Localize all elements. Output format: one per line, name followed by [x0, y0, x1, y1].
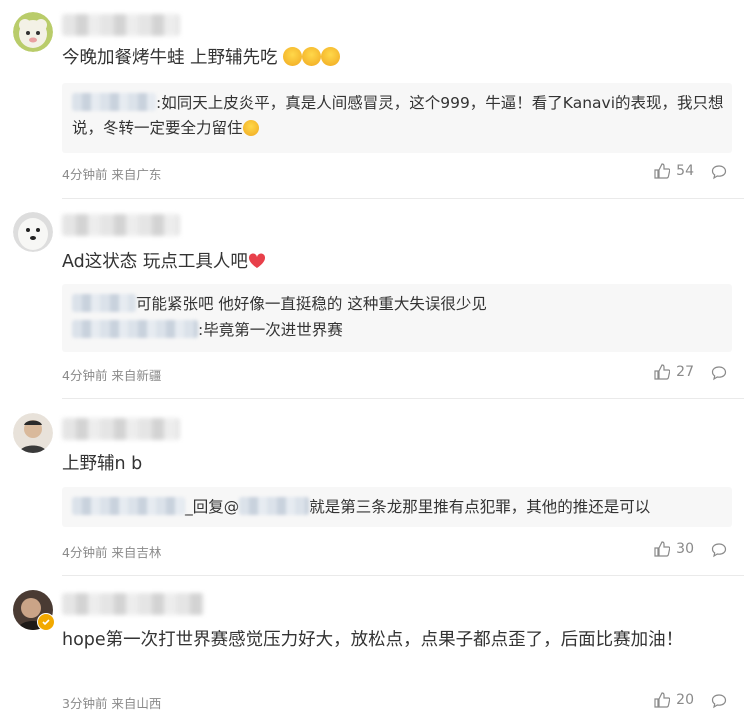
thumbs-up-icon [654, 163, 671, 179]
like-count: 30 [676, 541, 694, 557]
reply-bubble-icon[interactable] [711, 542, 727, 558]
reply-text: :如同天上皮炎平，真是人间感冒灵，这个999，牛逼！看了Kanavi的表现，我只… [72, 94, 724, 137]
reply-box[interactable]: _回复@ 就是第三条龙那里推有点犯罪，其他的推还是可以 [62, 487, 732, 527]
reply-username[interactable] [72, 320, 198, 338]
like-count: 27 [676, 364, 694, 380]
like-button[interactable]: 54 [654, 163, 694, 179]
reply-text: 可能紧张吧 他好像一直挺稳的 这种重大失误很少见 [136, 295, 487, 313]
thumbs-up-icon [654, 692, 671, 708]
red-heart-icon [248, 253, 265, 268]
laughing-emoji-icon [283, 47, 341, 68]
reply-username[interactable] [72, 93, 156, 111]
comment-text: 今晚加餐烤牛蛙 上野辅先吃 [62, 44, 341, 72]
reply-prefix: _回复@ [185, 498, 240, 516]
like-button[interactable]: 27 [654, 364, 694, 380]
reply-box[interactable]: :如同天上皮炎平，真是人间感冒灵，这个999，牛逼！看了Kanavi的表现，我只… [62, 83, 732, 153]
avatar[interactable] [13, 413, 53, 453]
reply-username[interactable] [72, 497, 185, 515]
like-button[interactable]: 30 [654, 541, 694, 557]
like-button[interactable]: 20 [654, 692, 694, 708]
thumbs-up-icon [654, 541, 671, 557]
sheep-avatar-icon [13, 12, 53, 52]
reply-bubble-icon[interactable] [711, 693, 727, 709]
person-avatar-icon [13, 413, 53, 453]
reply-username[interactable] [72, 294, 136, 312]
reply-bubble-icon[interactable] [711, 164, 727, 180]
comment-text: hope第一次打世界赛感觉压力好大，放松点，点果子都点歪了，后面比赛加油！ [62, 630, 684, 650]
username[interactable] [62, 593, 204, 615]
crying-emoji-icon [242, 120, 259, 136]
username[interactable] [62, 214, 180, 236]
thumbs-up-icon [654, 364, 671, 380]
comment-meta: 3分钟前 来自山西 [62, 696, 162, 711]
mention-username[interactable] [239, 497, 310, 515]
divider [62, 398, 744, 399]
like-count: 54 [676, 163, 694, 179]
reply-text: 就是第三条龙那里推有点犯罪，其他的推还是可以 [309, 498, 651, 516]
comment-meta: 4分钟前 来自吉林 [62, 545, 162, 560]
divider [62, 198, 744, 199]
comment-text: Ad这状态 玩点工具人吧 [62, 248, 266, 276]
dog-avatar-icon [13, 212, 53, 252]
reply-text: :毕竟第一次进世界赛 [198, 321, 343, 339]
avatar[interactable] [13, 212, 53, 252]
avatar[interactable] [13, 590, 55, 631]
reply-bubble-icon[interactable] [711, 365, 727, 381]
username[interactable] [62, 14, 180, 36]
comment-meta: 4分钟前 来自广东 [62, 167, 162, 182]
username[interactable] [62, 418, 180, 440]
comment-meta: 4分钟前 来自新疆 [62, 368, 162, 383]
avatar[interactable] [13, 12, 53, 52]
like-count: 20 [676, 692, 694, 708]
reply-box[interactable]: 可能紧张吧 他好像一直挺稳的 这种重大失误很少见 :毕竟第一次进世界赛 [62, 284, 732, 352]
comment-text: 上野辅n b [62, 454, 143, 474]
divider [62, 575, 744, 576]
verified-badge-icon [37, 613, 55, 631]
